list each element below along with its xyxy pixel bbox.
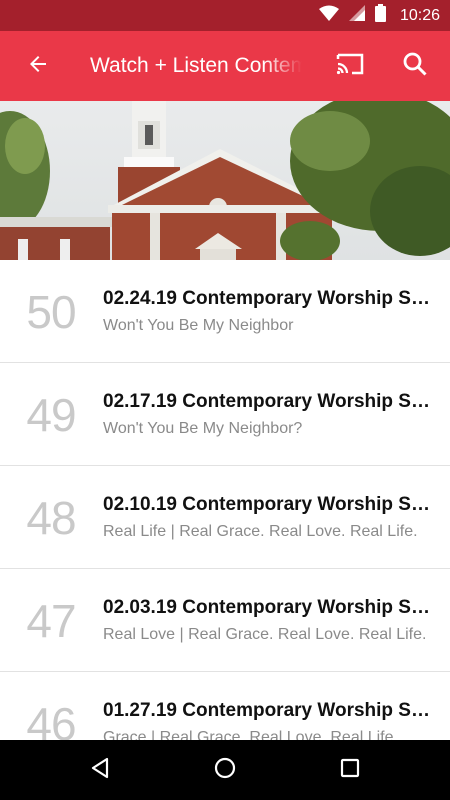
nav-home-button[interactable] [201, 746, 249, 794]
episode-subtitle: Grace | Real Grace. Real Love. Real Life… [103, 729, 398, 740]
app-bar: Watch + Listen Contemporary [0, 31, 450, 101]
list-item[interactable]: 49 02.17.19 Contemporary Worship Service… [0, 363, 450, 466]
list-item[interactable]: 48 02.10.19 Contemporary Worship Service… [0, 466, 450, 569]
page-title: Watch + Listen Contemporary [90, 54, 302, 77]
episode-number: 46 [26, 698, 76, 740]
episode-title: 01.27.19 Contemporary Worship Service [103, 700, 433, 721]
status-time: 10:26 [399, 6, 440, 24]
episode-subtitle: Won't You Be My Neighbor [103, 317, 294, 334]
episode-title: 02.10.19 Contemporary Worship Service [103, 494, 433, 515]
wifi-icon [318, 5, 339, 26]
episode-subtitle: Real Love | Real Grace. Real Love. Real … [103, 626, 427, 643]
recents-square-icon [338, 756, 362, 785]
episode-subtitle: Won't You Be My Neighbor? [103, 420, 303, 437]
episode-number: 49 [26, 389, 76, 441]
nav-recents-button[interactable] [326, 746, 374, 794]
episode-title: 02.24.19 Contemporary Worship Service [103, 288, 433, 309]
list-item[interactable]: 46 01.27.19 Contemporary Worship Service… [0, 672, 450, 740]
cast-button[interactable] [326, 42, 374, 90]
cast-icon [335, 51, 365, 82]
status-icons: 10:26 [318, 0, 440, 31]
battery-icon [374, 4, 386, 27]
nav-back-button[interactable] [76, 746, 124, 794]
list-item[interactable]: 50 02.24.19 Contemporary Worship Service… [0, 260, 450, 363]
episode-subtitle: Real Life | Real Grace. Real Love. Real … [103, 523, 418, 540]
navigation-bar [0, 740, 450, 800]
signal-icon [348, 5, 365, 26]
back-triangle-icon [88, 756, 112, 785]
episode-number: 47 [26, 595, 76, 647]
episode-list: 50 02.24.19 Contemporary Worship Service… [0, 260, 450, 740]
home-circle-icon [213, 756, 237, 785]
episode-title: 02.03.19 Contemporary Worship Service [103, 597, 433, 618]
hero-image [0, 101, 450, 260]
list-item[interactable]: 47 02.03.19 Contemporary Worship Service… [0, 569, 450, 672]
arrow-back-icon [26, 52, 50, 81]
episode-number: 48 [26, 492, 76, 544]
search-icon [402, 51, 428, 82]
status-bar: 10:26 [0, 0, 450, 31]
episode-number: 50 [26, 286, 76, 338]
back-button[interactable] [14, 42, 62, 90]
search-button[interactable] [391, 42, 439, 90]
episode-title: 02.17.19 Contemporary Worship Service [103, 391, 433, 412]
